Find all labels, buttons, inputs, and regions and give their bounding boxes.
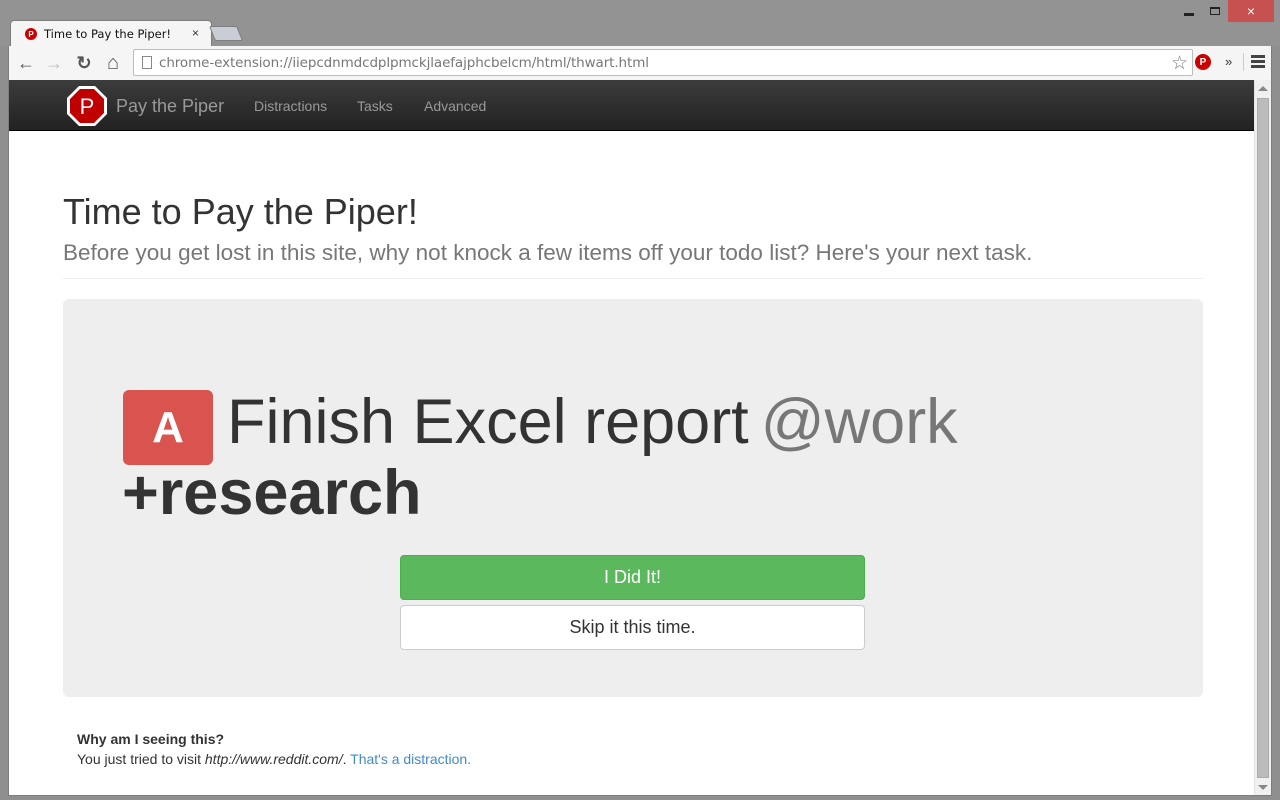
browser-toolbar: ← → ↻ ⌂ chrome-extension://iiepcdnmdcdpl… xyxy=(8,46,1272,80)
explanation-heading: Why am I seeing this? xyxy=(77,731,225,747)
page-subtitle: Before you get lost in this site, why no… xyxy=(63,240,1033,265)
task-context: @work xyxy=(760,387,958,457)
back-arrow-icon: ← xyxy=(17,52,35,73)
next-task: A Finish Excel report @work +research xyxy=(122,387,1023,528)
nav-link-tasks[interactable]: Tasks xyxy=(357,98,393,114)
minimize-icon xyxy=(1184,12,1194,16)
tab-title: Time to Pay the Piper! xyxy=(44,27,172,41)
chrome-menu-icon[interactable] xyxy=(1251,55,1265,70)
svg-text:P: P xyxy=(80,94,95,119)
explanation-suffix: . xyxy=(342,751,351,767)
task-project: +research xyxy=(122,458,422,528)
back-button[interactable]: ← xyxy=(15,52,37,74)
skip-button[interactable]: Skip it this time. xyxy=(400,605,865,650)
distraction-link[interactable]: That's a distraction. xyxy=(350,751,471,767)
extensions-overflow-icon[interactable]: » xyxy=(1225,54,1232,69)
home-button[interactable]: ⌂ xyxy=(102,52,124,74)
priority-badge: A xyxy=(123,390,213,465)
close-window-button[interactable]: × xyxy=(1228,0,1274,22)
reload-icon: ↻ xyxy=(76,52,92,73)
explanation-prefix: You just tried to visit xyxy=(77,751,205,767)
bookmark-star-icon[interactable]: ☆ xyxy=(1171,52,1188,75)
app-navbar: P Pay the Piper Distractions Tasks Advan… xyxy=(9,80,1255,131)
home-icon: ⌂ xyxy=(106,51,120,74)
nav-link-distractions[interactable]: Distractions xyxy=(254,98,327,114)
scroll-up-arrow-icon[interactable] xyxy=(1258,86,1268,91)
stop-sign-logo-icon[interactable]: P xyxy=(66,85,108,127)
new-tab-button[interactable] xyxy=(208,26,244,41)
page-viewport: P Pay the Piper Distractions Tasks Advan… xyxy=(8,80,1272,796)
scroll-down-arrow-icon[interactable] xyxy=(1258,785,1268,790)
address-bar[interactable]: chrome-extension://iiepcdnmdcdplpmckjlae… xyxy=(133,49,1193,76)
explanation-text: You just tried to visit http://www.reddi… xyxy=(77,751,471,767)
header-divider xyxy=(63,278,1203,279)
page-icon xyxy=(142,56,152,69)
task-panel: A Finish Excel report @work +research I Di… xyxy=(63,299,1203,697)
scroll-thumb[interactable] xyxy=(1257,98,1269,778)
reload-button[interactable]: ↻ xyxy=(73,52,95,74)
task-text: Finish Excel report xyxy=(227,387,749,457)
brand-name[interactable]: Pay the Piper xyxy=(116,96,224,117)
browser-tab[interactable]: P Time to Pay the Piper! × xyxy=(10,20,212,47)
forward-arrow-icon: → xyxy=(45,52,63,73)
tab-close-icon[interactable]: × xyxy=(192,26,199,40)
nav-link-advanced[interactable]: Advanced xyxy=(424,98,486,114)
explanation: Why am I seeing this? You just tried to … xyxy=(77,731,471,767)
visited-url: http://www.reddit.com/ xyxy=(204,751,343,767)
pay-the-piper-favicon-icon: P xyxy=(25,28,37,40)
window-titlebar: × P Time to Pay the Piper! × xyxy=(0,0,1280,47)
i-did-it-button[interactable]: I Did It! xyxy=(400,555,865,600)
url-text[interactable]: chrome-extension://iiepcdnmdcdplpmckjlae… xyxy=(159,55,649,71)
toolbar-divider xyxy=(1243,53,1244,71)
minimize-button[interactable] xyxy=(1176,0,1202,22)
forward-button[interactable]: → xyxy=(43,52,65,74)
maximize-button[interactable] xyxy=(1202,0,1228,22)
pay-the-piper-extension-icon[interactable]: P xyxy=(1195,54,1211,70)
page-title: Time to Pay the Piper! xyxy=(63,191,418,232)
window-controls: × xyxy=(1176,0,1274,22)
vertical-scrollbar[interactable] xyxy=(1254,80,1271,795)
maximize-icon xyxy=(1210,7,1220,15)
